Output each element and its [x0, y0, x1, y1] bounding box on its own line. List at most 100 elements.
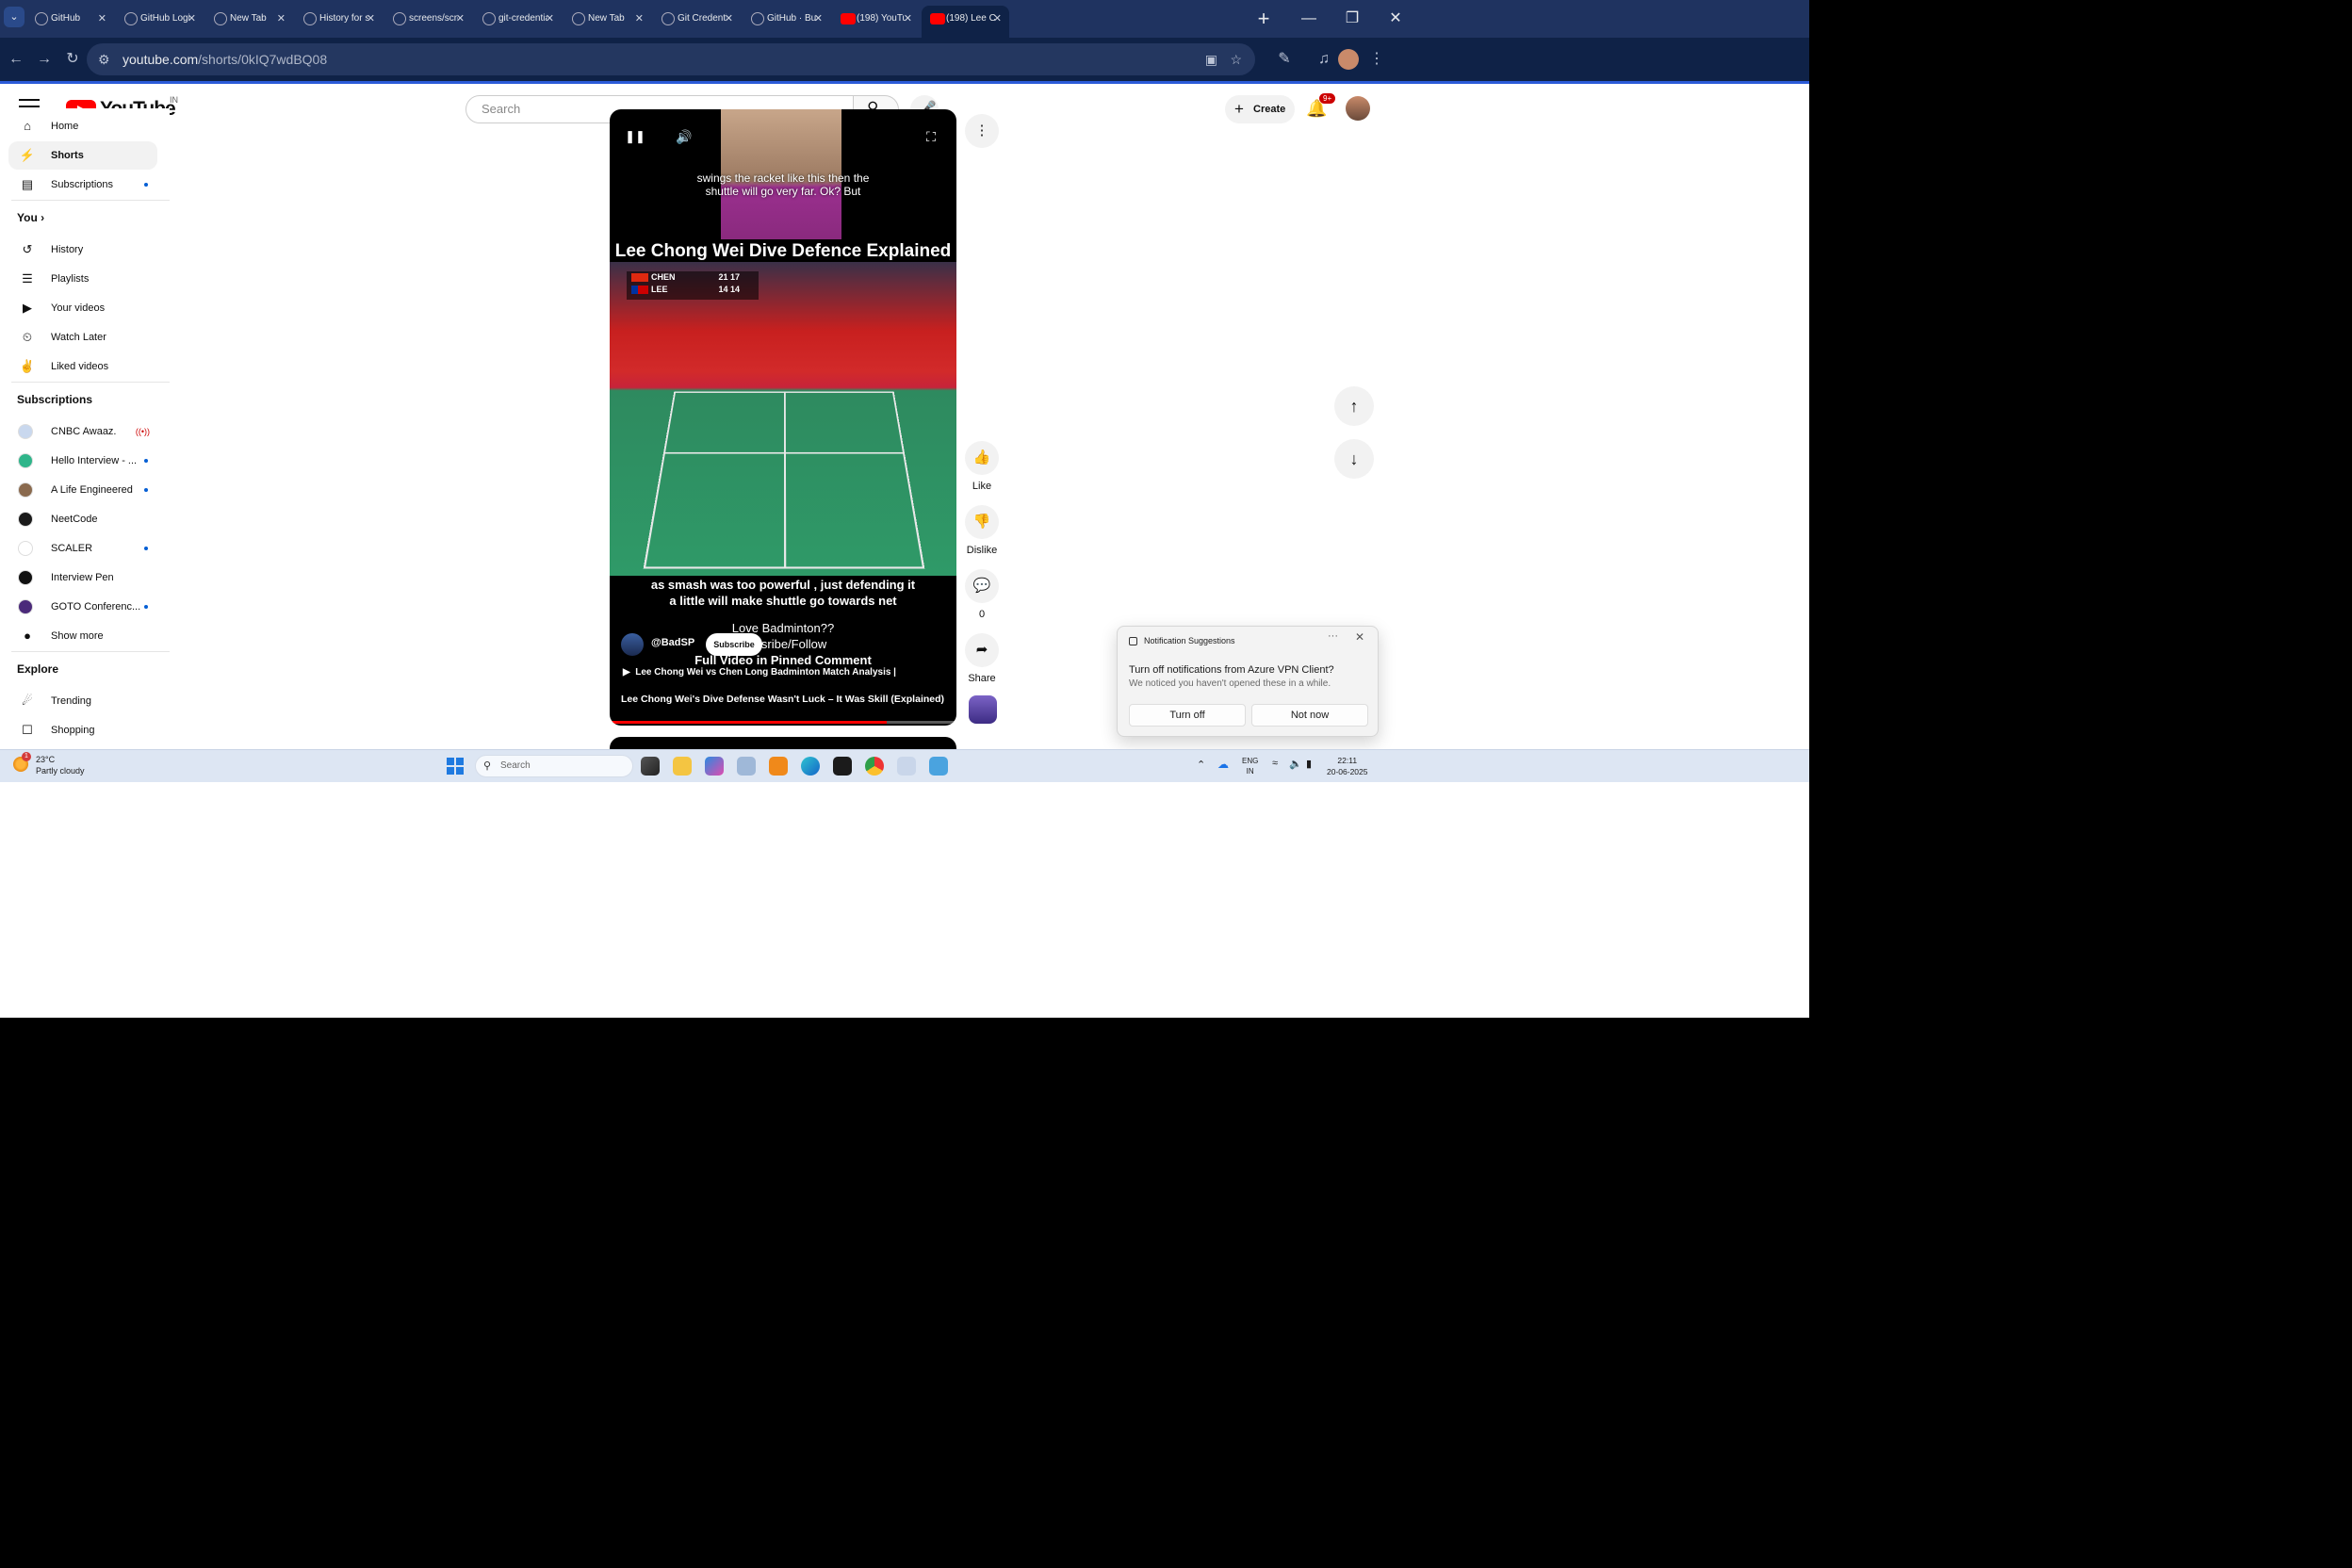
close-notification-icon[interactable]: ✕ — [1355, 630, 1364, 644]
more-options[interactable]: ⋮ — [965, 114, 999, 148]
forward-icon[interactable]: → — [32, 47, 57, 72]
pause-icon[interactable]: ❚❚ — [621, 122, 649, 151]
install-app-icon[interactable]: ▣ — [1205, 43, 1217, 75]
browser-tab[interactable]: (198) YouTube✕ — [832, 6, 920, 38]
channel-avatar[interactable] — [621, 633, 644, 656]
close-tab-icon[interactable]: ✕ — [456, 6, 465, 32]
browser-tab[interactable]: GitHub ✕ — [26, 6, 114, 38]
subscription-item[interactable]: Hello Interview - ... — [8, 447, 157, 475]
extensions-icon[interactable]: ✎ — [1272, 47, 1297, 72]
sidebar-item-playlists[interactable]: ☰ Playlists — [8, 265, 157, 293]
close-tab-icon[interactable]: ✕ — [98, 6, 106, 32]
browser-tab[interactable]: GitHub Login Is✕ — [116, 6, 204, 38]
m365-icon[interactable] — [705, 757, 724, 776]
terminal-icon[interactable] — [833, 757, 852, 776]
browser-tab[interactable]: GitHub · Build✕ — [743, 6, 830, 38]
comment-icon[interactable]: 💬 — [965, 569, 999, 603]
menu-kebab-icon[interactable]: ⋮ — [1364, 47, 1389, 72]
system-clock[interactable]: 22:11 20-06-2025 — [1327, 755, 1367, 777]
profile-avatar[interactable] — [1338, 49, 1359, 70]
orange-app-icon[interactable] — [769, 757, 788, 776]
subscription-item[interactable]: SCALER — [8, 534, 157, 563]
windows-start-icon[interactable] — [447, 758, 464, 775]
you-section-heading[interactable]: You › — [17, 211, 44, 224]
edge-icon[interactable] — [801, 757, 820, 776]
share-action[interactable]: ➦ Share — [965, 633, 999, 684]
close-tab-icon[interactable]: ✕ — [814, 6, 823, 32]
close-tab-icon[interactable]: ✕ — [277, 6, 286, 32]
progress-bar[interactable] — [610, 721, 956, 724]
snipping-tool-icon[interactable] — [897, 757, 916, 776]
browser-tab[interactable]: (198) Lee C ✕ — [922, 6, 1009, 38]
next-short-arrow-down-icon[interactable]: ↓ — [1334, 439, 1374, 479]
new-tab-button[interactable]: + — [1242, 0, 1285, 38]
subscription-item[interactable]: GOTO Conferenc... — [8, 593, 157, 621]
wifi-icon[interactable]: ≈ — [1272, 758, 1278, 769]
restore-button[interactable]: ❐ — [1331, 0, 1374, 38]
weather-widget[interactable]: 1 23°C Partly cloudy — [13, 752, 85, 776]
close-tab-icon[interactable]: ✕ — [993, 6, 1002, 32]
like-action[interactable]: 👍 Like — [965, 441, 999, 492]
create-button[interactable]: + Create — [1225, 95, 1295, 123]
battery-icon[interactable]: ▮ — [1306, 758, 1312, 770]
browser-tab[interactable]: History for scr✕ — [295, 6, 383, 38]
bookmark-star-icon[interactable]: ☆ — [1230, 43, 1242, 75]
onedrive-cloud-icon[interactable]: ☁ — [1217, 758, 1229, 771]
music-row[interactable]: ▶ Lee Chong Wei vs Chen Long Badminton M… — [623, 667, 896, 678]
sidebar-item-home[interactable]: ⌂ Home — [8, 112, 157, 140]
sidebar-item-trending[interactable]: ☄ Trending — [8, 687, 157, 715]
subscription-item[interactable]: Interview Pen — [8, 564, 157, 592]
more-vertical-icon[interactable]: ⋮ — [965, 114, 999, 148]
comments-action[interactable]: 💬 0 — [965, 569, 999, 620]
close-tab-icon[interactable]: ✕ — [725, 6, 733, 32]
task-view-icon[interactable] — [641, 757, 660, 776]
minimize-button[interactable]: — — [1287, 0, 1331, 38]
show-more-button[interactable]: ● Show more — [8, 622, 157, 650]
sidebar-item-watch-later[interactable]: ⏲ Watch Later — [8, 323, 157, 351]
media-controls-icon[interactable]: ♫ — [1312, 47, 1336, 72]
previous-short-arrow-up-icon[interactable]: ↑ — [1334, 386, 1374, 426]
close-tab-icon[interactable]: ✕ — [546, 6, 554, 32]
browser-tab[interactable]: git-credential-✕ — [474, 6, 562, 38]
file-explorer-icon[interactable] — [673, 757, 692, 776]
fullscreen-icon[interactable]: ⛶ — [917, 122, 945, 151]
sidebar-item-history[interactable]: ↺ History — [8, 236, 157, 264]
address-bar[interactable]: ⚙ youtube.com/shorts/0kIQ7wdBQ08 ▣ ☆ — [87, 43, 1255, 75]
subscription-item[interactable]: CNBC Awaaz. ((•)) — [8, 417, 157, 446]
thumbs-up-icon[interactable]: 👍 — [965, 441, 999, 475]
subscribe-button[interactable]: Subscribe — [706, 633, 762, 656]
close-tab-icon[interactable]: ✕ — [635, 6, 644, 32]
close-window-button[interactable]: ✕ — [1374, 0, 1417, 38]
more-options-icon[interactable]: ··· — [1328, 630, 1338, 642]
sidebar-item-shopping[interactable]: ☐ Shopping — [8, 716, 157, 744]
sidebar-item-shorts[interactable]: ⚡ Shorts — [8, 141, 157, 170]
browser-tab[interactable]: New Tab ✕ — [564, 6, 651, 38]
video-title[interactable]: Lee Chong Wei's Dive Defense Wasn't Luck… — [621, 694, 944, 705]
speaker-icon[interactable]: 🔈 — [1289, 758, 1302, 770]
browser-tab[interactable]: Git Credential M✕ — [653, 6, 741, 38]
volume-icon[interactable]: 🔊 — [670, 122, 698, 151]
close-tab-icon[interactable]: ✕ — [188, 6, 196, 32]
reload-icon[interactable]: ↻ — [60, 47, 85, 72]
browser-tab[interactable]: screens/screen✕ — [384, 6, 472, 38]
language-indicator[interactable]: ENG IN — [1242, 756, 1258, 776]
back-icon[interactable]: ← — [4, 47, 28, 72]
thumbs-down-icon[interactable]: 👎 — [965, 505, 999, 539]
remix-sound-thumbnail[interactable] — [969, 695, 997, 724]
tab-search-icon[interactable]: ⌄ — [4, 7, 24, 27]
shorts-player[interactable]: swings the racket like this then the shu… — [610, 109, 956, 726]
chrome-icon[interactable] — [865, 757, 884, 776]
account-avatar[interactable] — [1346, 96, 1370, 121]
channel-handle[interactable]: @BadSP — [651, 637, 694, 648]
close-tab-icon[interactable]: ✕ — [367, 6, 375, 32]
share-arrow-icon[interactable]: ➦ — [965, 633, 999, 667]
sidebar-item-your-videos[interactable]: ▶ Your videos — [8, 294, 157, 322]
subscription-item[interactable]: NeetCode — [8, 505, 157, 533]
turn-off-button[interactable]: Turn off — [1129, 704, 1246, 727]
site-info-icon[interactable]: ⚙ — [98, 43, 110, 75]
sidebar-item-liked-videos[interactable]: ✌ Liked videos — [8, 352, 157, 381]
tray-chevron-icon[interactable]: ⌃ — [1197, 759, 1205, 771]
window-app-icon[interactable] — [737, 757, 756, 776]
remote-desktop-icon[interactable] — [929, 757, 948, 776]
browser-tab[interactable]: New Tab ✕ — [205, 6, 293, 38]
